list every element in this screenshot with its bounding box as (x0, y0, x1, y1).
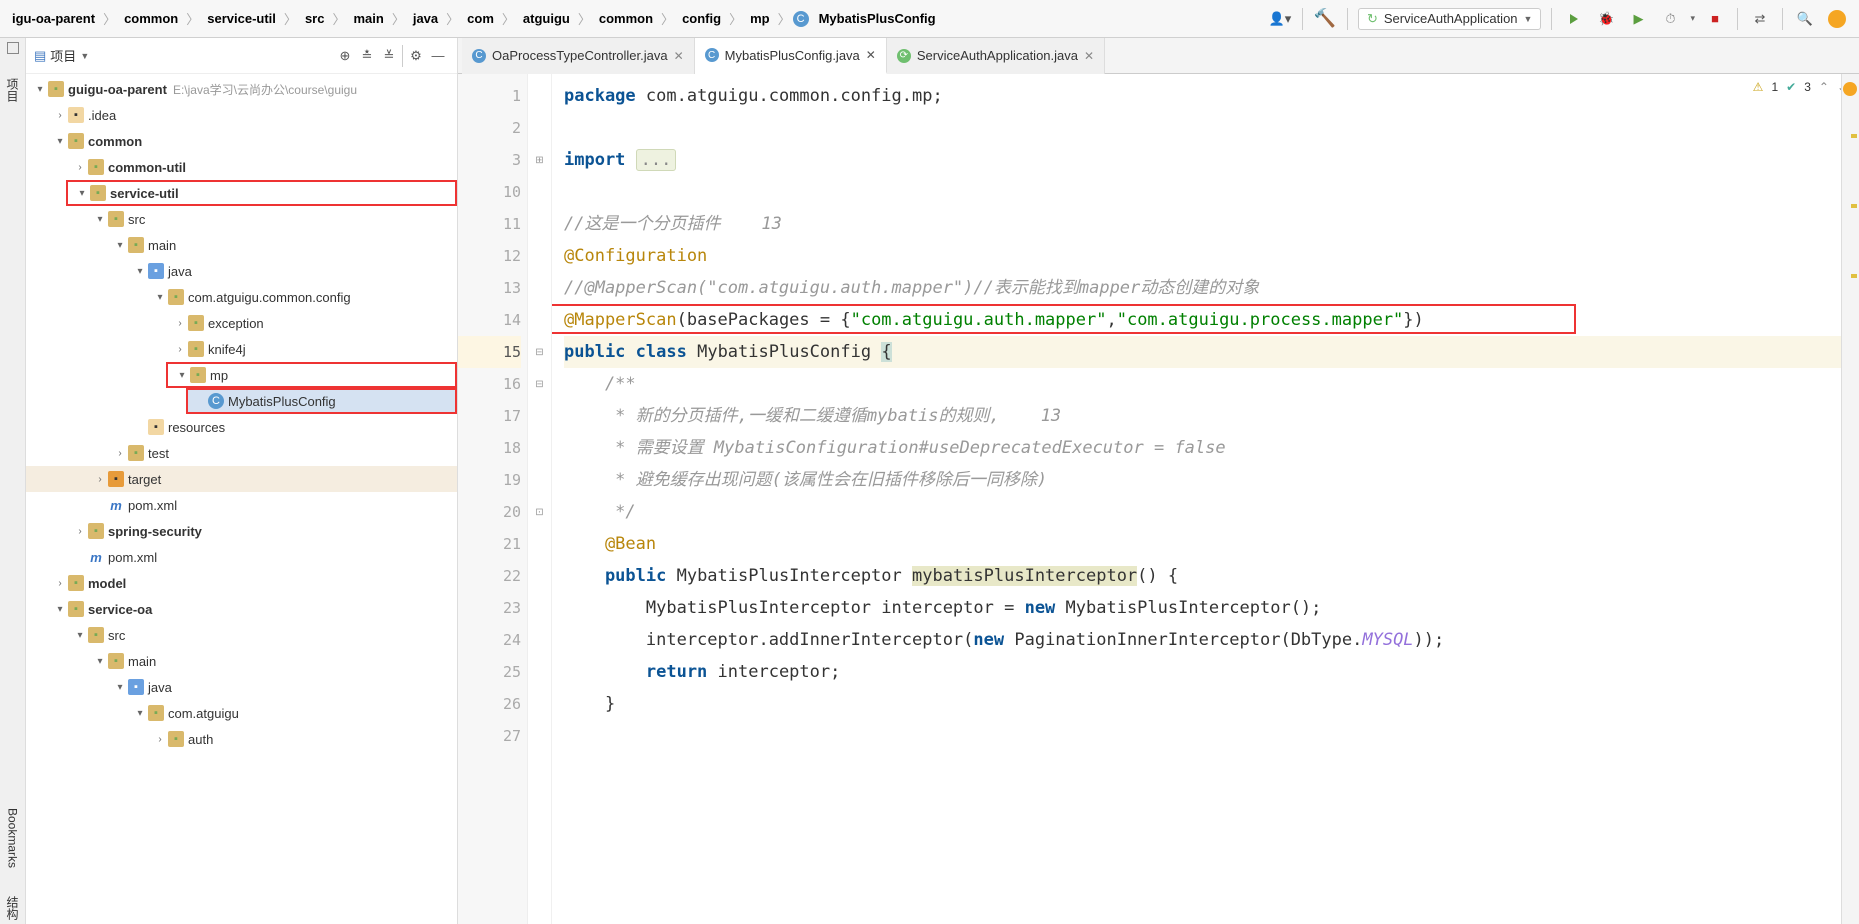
tree-item[interactable]: ▾▪com.atguigu (26, 700, 457, 726)
git-icon[interactable]: ⇄ (1748, 7, 1772, 31)
tree-item[interactable]: ›▪spring-security (26, 518, 457, 544)
tree-item[interactable]: ▾▪service-oa (26, 596, 457, 622)
spring-icon: ⟳ (897, 49, 911, 63)
class-icon: C (793, 11, 809, 27)
project-tree[interactable]: ▾▪ guigu-oa-parent E:\java学习\云尚办公\course… (26, 74, 457, 924)
left-tool-strip: 项目 Bookmarks 结构 (0, 38, 26, 924)
coverage-icon[interactable]: ▶‌ (1626, 7, 1650, 31)
run-config-label: ServiceAuthApplication (1384, 11, 1518, 26)
fold-column[interactable]: ⊞⊟⊟⊡ (528, 74, 552, 924)
select-opened-icon[interactable]: ⊕ (334, 45, 356, 67)
tree-item[interactable]: mpom.xml (26, 492, 457, 518)
stop-icon[interactable]: ■ (1703, 7, 1727, 31)
project-tool-tab[interactable]: 项目 (4, 74, 21, 106)
profile-icon[interactable]: ⏱ (1658, 7, 1682, 31)
structure-tool-tab[interactable]: 结构 (4, 892, 21, 924)
crumb[interactable]: src (299, 9, 331, 28)
project-panel: ▤ 项目 ▼ ⊕ ≛ ≚ ⚙ — ▾▪ guigu-oa-parent E:\j… (26, 38, 458, 924)
breadcrumb: igu-oa-parent〉 common〉 service-util〉 src… (6, 9, 942, 28)
hide-icon[interactable]: — (427, 45, 449, 67)
close-icon[interactable]: ✕ (674, 49, 684, 63)
crumb[interactable]: service-util (201, 9, 282, 28)
tree-item[interactable]: mpom.xml (26, 544, 457, 570)
tree-item-service-util[interactable]: ▾▪service-util (66, 180, 457, 206)
tree-item[interactable]: ▾▪java (26, 258, 457, 284)
tree-item[interactable]: ▾▪src (26, 206, 457, 232)
run-icon[interactable] (1562, 7, 1586, 31)
crumb[interactable]: java (407, 9, 444, 28)
tree-item[interactable]: ›▪knife4j (26, 336, 457, 362)
marker-icon (1843, 82, 1857, 96)
collapse-all-icon[interactable]: ≚ (378, 45, 400, 67)
tree-item[interactable]: ▾▪src (26, 622, 457, 648)
project-title[interactable]: ▤ 项目 ▼ (34, 46, 89, 65)
expand-all-icon[interactable]: ≛ (356, 45, 378, 67)
crumb[interactable]: atguigu (517, 9, 576, 28)
editor-tab[interactable]: COaProcessTypeController.java✕ (462, 38, 695, 74)
tree-item[interactable]: ▾▪com.atguigu.common.config (26, 284, 457, 310)
class-icon: C (472, 49, 486, 63)
bookmarks-tool-tab[interactable]: Bookmarks (6, 804, 20, 872)
editor-tab-active[interactable]: CMybatisPlusConfig.java✕ (695, 38, 887, 74)
close-icon[interactable]: ✕ (1084, 49, 1094, 63)
tree-item[interactable]: ›▪.idea (26, 102, 457, 128)
tree-item[interactable]: ▾▪common (26, 128, 457, 154)
avatar-icon[interactable] (1825, 7, 1849, 31)
tree-item[interactable]: ›▪exception (26, 310, 457, 336)
tree-item[interactable]: ›▪common-util (26, 154, 457, 180)
crumb[interactable]: common (593, 9, 659, 28)
tree-item[interactable]: ›▪auth (26, 726, 457, 752)
project-header: ▤ 项目 ▼ ⊕ ≛ ≚ ⚙ — (26, 38, 457, 74)
user-icon[interactable]: 👤▾ (1268, 7, 1292, 31)
build-icon[interactable]: 🔨 (1313, 7, 1337, 31)
crumb-current[interactable]: MybatisPlusConfig (813, 9, 942, 28)
settings-icon[interactable]: ⚙ (405, 45, 427, 67)
crumb[interactable]: igu-oa-parent (6, 9, 101, 28)
tree-item-target[interactable]: ›▪target (26, 466, 457, 492)
marker (1851, 134, 1857, 138)
toolbar-right: 👤▾ 🔨 ↻ ServiceAuthApplication ▼ 🐞 ▶‌ ⏱ ▾… (1268, 7, 1853, 31)
search-icon[interactable]: 🔍 (1793, 7, 1817, 31)
top-navbar: igu-oa-parent〉 common〉 service-util〉 src… (0, 0, 1859, 38)
crumb[interactable]: mp (744, 9, 776, 28)
tree-item[interactable]: ▾▪main (26, 232, 457, 258)
tree-item[interactable]: ›▪model (26, 570, 457, 596)
tree-item[interactable]: ▪resources (26, 414, 457, 440)
code-editor[interactable]: package com.atguigu.common.config.mp;imp… (552, 74, 1841, 924)
editor-tabs: COaProcessTypeController.java✕ CMybatisP… (458, 38, 1859, 74)
line-gutter[interactable]: 1 2 3 10 11 12 13 14 15 16 17 18 19 20 2… (458, 74, 528, 924)
tree-root[interactable]: ▾▪ guigu-oa-parent E:\java学习\云尚办公\course… (26, 76, 457, 102)
tree-item-mybatisplusconfig[interactable]: CMybatisPlusConfig (186, 388, 457, 414)
tree-item[interactable]: ›▪test (26, 440, 457, 466)
project-tool-icon[interactable] (7, 42, 19, 54)
tree-item-mp[interactable]: ▾▪mp (166, 362, 457, 388)
crumb[interactable]: main (347, 9, 389, 28)
marker (1851, 274, 1857, 278)
marker (1851, 204, 1857, 208)
tree-item[interactable]: ▾▪main (26, 648, 457, 674)
crumb[interactable]: config (676, 9, 727, 28)
close-icon[interactable]: ✕ (866, 48, 876, 62)
editor-tab[interactable]: ⟳ServiceAuthApplication.java✕ (887, 38, 1105, 74)
tree-item[interactable]: ▾▪java (26, 674, 457, 700)
class-icon: C (705, 48, 719, 62)
run-config-select[interactable]: ↻ ServiceAuthApplication ▼ (1358, 8, 1542, 30)
crumb[interactable]: common (118, 9, 184, 28)
debug-icon[interactable]: 🐞 (1594, 7, 1618, 31)
maven-icon: m (88, 549, 104, 565)
right-scroll-markers[interactable] (1841, 74, 1859, 924)
editor-area: COaProcessTypeController.java✕ CMybatisP… (458, 38, 1859, 924)
crumb[interactable]: com (461, 9, 500, 28)
maven-icon: m (108, 497, 124, 513)
